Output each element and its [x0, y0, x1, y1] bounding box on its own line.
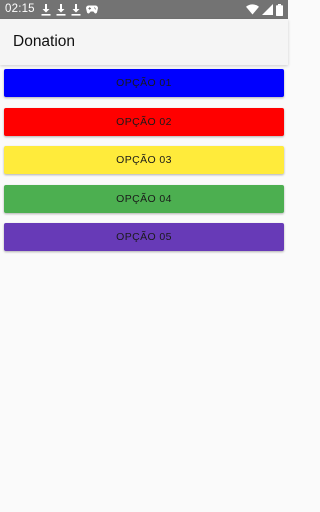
- option-01-button[interactable]: OPÇÃO 01: [4, 69, 284, 97]
- option-05-button[interactable]: OPÇÃO 05: [4, 223, 284, 251]
- app-bar: Donation: [0, 19, 288, 65]
- download-icon: [41, 3, 51, 16]
- option-02-button[interactable]: OPÇÃO 02: [4, 107, 284, 136]
- download-icon: [71, 3, 81, 16]
- status-time: 02:15: [5, 3, 35, 15]
- option-04-button[interactable]: OPÇÃO 04: [4, 184, 284, 213]
- status-bar: 02:15: [0, 0, 288, 19]
- battery-icon: [276, 3, 283, 16]
- page-title: Donation: [13, 33, 76, 50]
- signal-icon: [262, 4, 273, 15]
- option-list: OPÇÃO 01 OPÇÃO 02 OPÇÃO 03 OPÇÃO 04 OPÇÃ…: [4, 69, 284, 262]
- gamepad-icon: [86, 5, 98, 14]
- notification-icons: [41, 2, 98, 17]
- option-03-button[interactable]: OPÇÃO 03: [4, 146, 284, 174]
- download-icon: [56, 3, 66, 16]
- system-icons: [246, 2, 283, 17]
- wifi-icon: [246, 4, 259, 15]
